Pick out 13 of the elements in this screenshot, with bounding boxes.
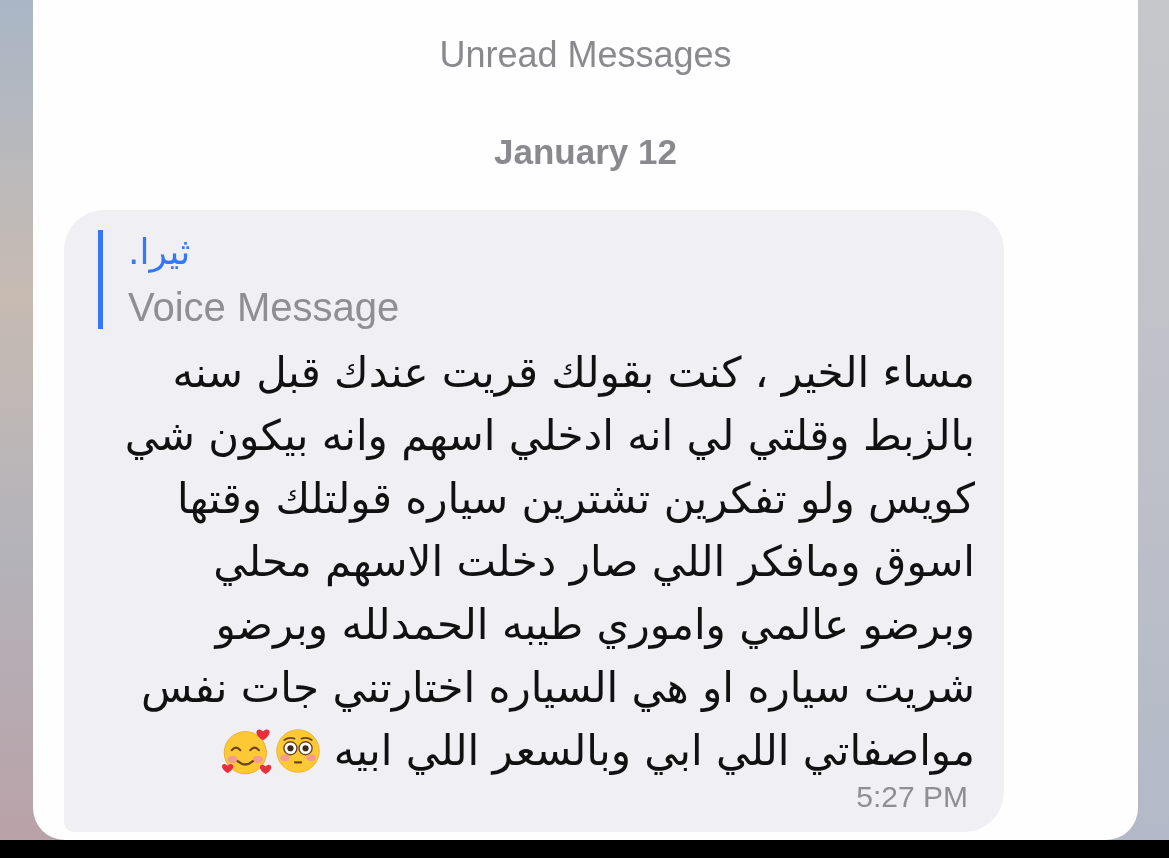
message-line: كويس ولو تفكرين تشترين سياره قولتلك وقتها: [176, 473, 975, 526]
flushed-face-icon: [275, 728, 320, 773]
message-line: مواصفاتي اللي ابي وبالسعر اللي ابيه: [333, 725, 975, 777]
message-line: مساء الخير ، كنت بقولك قريت عندك قبل سنه: [172, 347, 975, 399]
sender-name: ثيرا.: [128, 230, 191, 274]
timestamp: 5:27 PM: [856, 782, 969, 812]
reply-preview-text: Voice Message: [128, 285, 400, 329]
date-header: January 12: [494, 131, 677, 173]
message-line: بالزبط وقلتي لي انه ادخلي اسهم وانه بيكون شي: [124, 410, 975, 463]
message-line: اسوق ومافكر اللي صار دخلت الاسهم محلي: [213, 536, 975, 589]
message-line: وبرضو عالمي واموري طيبه الحمدلله وبرضو: [215, 599, 975, 651]
unread-messages-divider: Unread Messages: [439, 33, 732, 77]
message-line: شريت سياره او هي السياره اختارتني جات نفس: [140, 662, 975, 714]
